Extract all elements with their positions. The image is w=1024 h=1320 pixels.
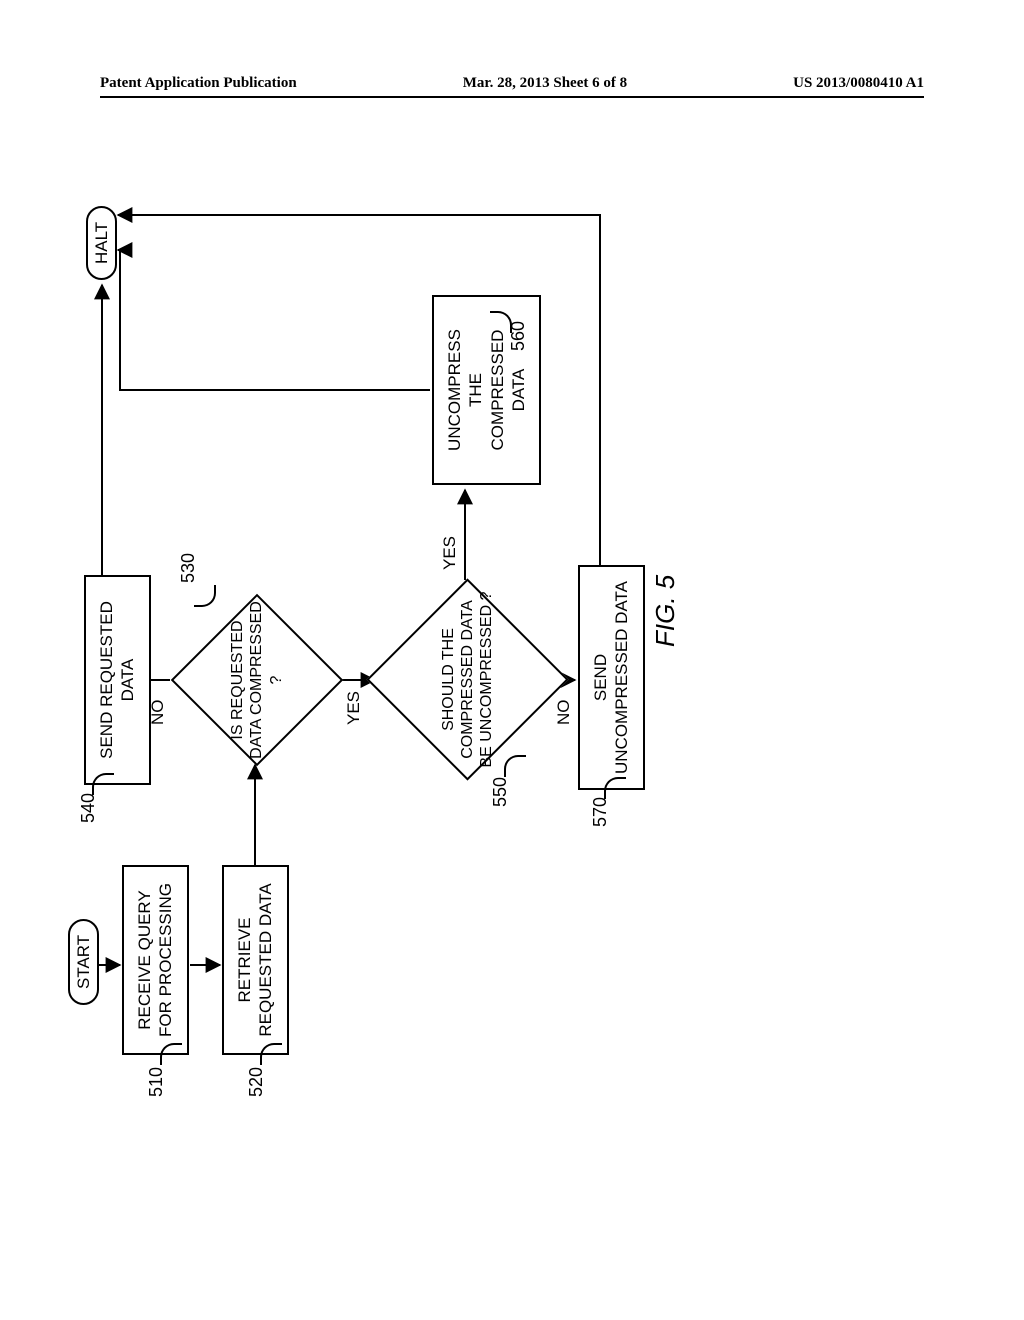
hook-550 [504, 755, 526, 777]
decision-530-text: IS REQUESTED DATA COMPRESSED ? [172, 595, 342, 765]
hook-520 [260, 1043, 282, 1065]
start-label: START [73, 935, 94, 989]
step-540-text: SEND REQUESTED DATA [96, 591, 139, 769]
figure-label: FIG. 5 [650, 575, 681, 647]
flowchart: START HALT RECEIVE QUERY FOR PROCESSING … [60, 175, 580, 1045]
header-center: Mar. 28, 2013 Sheet 6 of 8 [463, 75, 627, 92]
step-540: SEND REQUESTED DATA [84, 575, 151, 785]
hook-570 [604, 777, 626, 799]
decision-550-text: SHOULD THE COMPRESSED DATA BE UNCOMPRESS… [370, 582, 565, 777]
header-row: Patent Application Publication Mar. 28, … [100, 75, 924, 92]
header-divider [100, 96, 924, 98]
halt-label: HALT [91, 222, 112, 264]
branch-530-no: NO [148, 700, 168, 726]
halt-terminal: HALT [86, 206, 117, 280]
branch-550-yes: YES [440, 536, 460, 570]
step-570: SEND UNCOMPRESSED DATA [578, 565, 645, 790]
step-570-text: SEND UNCOMPRESSED DATA [590, 581, 633, 774]
step-520: RETRIEVE REQUESTED DATA [222, 865, 289, 1055]
hook-510 [160, 1043, 182, 1065]
decision-530: IS REQUESTED DATA COMPRESSED ? [172, 595, 342, 765]
header-right: US 2013/0080410 A1 [793, 75, 924, 92]
ref-530: 530 [178, 553, 199, 583]
start-terminal: START [68, 919, 99, 1005]
header-left: Patent Application Publication [100, 75, 297, 92]
ref-510: 510 [146, 1067, 167, 1097]
branch-550-no: NO [554, 700, 574, 726]
step-510-text: RECEIVE QUERY FOR PROCESSING [134, 881, 177, 1039]
decision-550: SHOULD THE COMPRESSED DATA BE UNCOMPRESS… [370, 582, 565, 777]
step-520-text: RETRIEVE REQUESTED DATA [234, 881, 277, 1039]
ref-540: 540 [78, 793, 99, 823]
ref-520: 520 [246, 1067, 267, 1097]
ref-570: 570 [590, 797, 611, 827]
hook-540 [92, 773, 114, 795]
branch-530-yes: YES [344, 691, 364, 725]
step-510: RECEIVE QUERY FOR PROCESSING [122, 865, 189, 1055]
ref-550: 550 [490, 777, 511, 807]
page: Patent Application Publication Mar. 28, … [0, 0, 1024, 1320]
